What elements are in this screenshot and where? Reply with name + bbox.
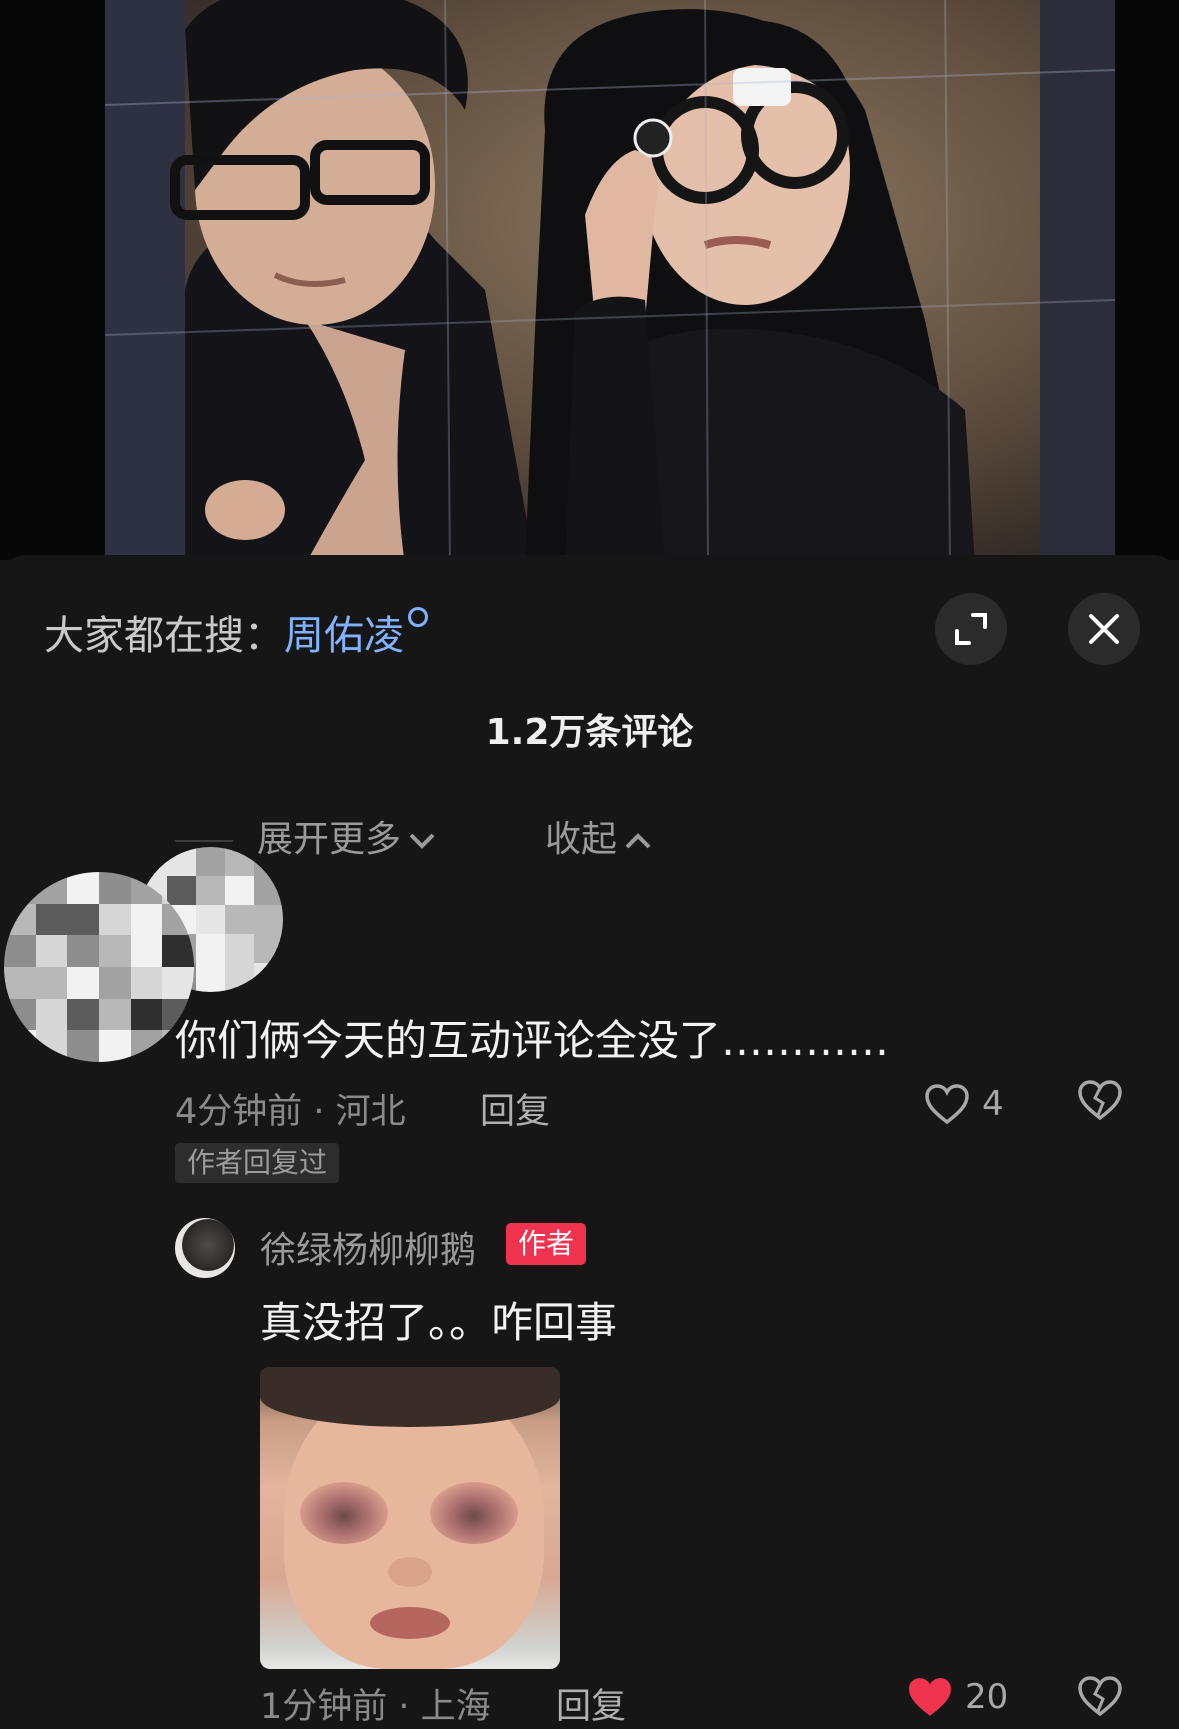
mouth [370, 1607, 450, 1639]
mosaic-cell [254, 876, 283, 905]
video-scene [105, 0, 1115, 560]
close-icon [1089, 614, 1119, 644]
hair [260, 1367, 560, 1427]
broken-heart-icon [1078, 1676, 1122, 1717]
collapse-label: 收起 [545, 819, 618, 860]
mosaic-cell [225, 876, 254, 905]
heart-icon [925, 1084, 969, 1125]
mosaic-cell [138, 847, 167, 876]
heart-filled-icon [909, 1678, 951, 1716]
mosaic-cell [35, 966, 68, 999]
mosaic-cell [98, 1030, 131, 1062]
comment-time-location: 4分钟前 · 河北 [175, 1092, 406, 1132]
reply-text: 真没招了。。咋回事 [260, 1298, 618, 1347]
right-eye [430, 1482, 518, 1544]
mosaic-cell [35, 998, 68, 1031]
reply-avatar[interactable] [175, 1218, 235, 1278]
reply-button[interactable]: 回复 [480, 1083, 550, 1134]
mosaic-cell [225, 934, 254, 963]
mosaic-cell [4, 935, 36, 967]
mosaic-cell [98, 998, 131, 1031]
mosaic-cell [225, 905, 254, 934]
trending-search-keyword[interactable]: 周佑凌 [284, 613, 404, 659]
reply-reply-button[interactable]: 回复 [556, 1678, 626, 1729]
mosaic-cell [196, 876, 225, 905]
mosaic-cell [98, 966, 131, 999]
mosaic-cell [35, 935, 68, 967]
collapse-button[interactable]: 收起 [545, 810, 653, 862]
reply-time-location: 1分钟前 · 上海 [260, 1687, 491, 1727]
nose [388, 1557, 432, 1587]
mosaic-cell [130, 966, 163, 999]
reply-like-count: 20 [965, 1677, 1009, 1717]
comment-count-title: 1.2万条评论 [485, 712, 694, 753]
like-count: 4 [982, 1084, 1004, 1124]
avatar[interactable] [4, 872, 194, 1062]
mosaic-cell [162, 935, 194, 967]
mosaic-cell [196, 934, 225, 963]
divider [175, 840, 233, 842]
reply-username[interactable]: 徐绿杨柳柳鹅 [260, 1221, 476, 1273]
mosaic-cell [130, 903, 163, 936]
like-button[interactable]: 4 [924, 1079, 1004, 1129]
mosaic-cell [35, 872, 68, 904]
mosaic-cell [35, 1030, 68, 1062]
mosaic-cell [254, 934, 283, 963]
author-badge: 作者 [506, 1223, 587, 1265]
mosaic-cell [67, 1030, 99, 1062]
mosaic-cell [162, 966, 194, 999]
mosaic-cell [254, 963, 283, 992]
mosaic-cell [67, 903, 99, 936]
mosaic-cell [67, 998, 99, 1031]
mosaic-cell [35, 903, 68, 936]
mosaic-cell [167, 876, 196, 905]
mosaic-cell [130, 1030, 163, 1062]
expand-more-label: 展开更多 [257, 819, 402, 860]
trending-search-prefix: 大家都在搜： [44, 613, 284, 659]
mosaic-cell [67, 966, 99, 999]
chevron-up-icon [625, 833, 651, 849]
mosaic-cell [98, 872, 131, 904]
mosaic-cell [4, 998, 36, 1031]
mosaic-cell [130, 998, 163, 1031]
search-icon [408, 607, 428, 627]
expand-icon [955, 613, 987, 645]
close-button[interactable] [1068, 593, 1140, 665]
comment-sheet: 大家都在搜：周佑凌 1.2万条评论 展开更多 收起 你们俩今天的互动评论全没了…… [0, 555, 1179, 1727]
mosaic-cell [4, 966, 36, 999]
reply-like-button[interactable]: 20 [905, 1675, 1008, 1719]
mosaic-cell [196, 905, 225, 934]
comment-text: 你们俩今天的互动评论全没了………… [175, 1016, 890, 1065]
reply-dislike-button[interactable] [1077, 1675, 1123, 1721]
trending-search[interactable]: 大家都在搜：周佑凌 [44, 603, 428, 661]
mosaic-cell [4, 872, 36, 904]
mosaic-cell [196, 963, 225, 992]
broken-heart-icon [1078, 1080, 1122, 1121]
mosaic-cell [98, 903, 131, 936]
expand-button[interactable] [935, 593, 1007, 665]
dislike-button[interactable] [1077, 1079, 1123, 1125]
mosaic-cell [67, 872, 99, 904]
mosaic-cell [196, 847, 225, 876]
mosaic-cell [130, 935, 163, 967]
video-player[interactable] [0, 0, 1179, 560]
mosaic-cell [254, 905, 283, 934]
reply-sticker-image[interactable] [260, 1367, 560, 1669]
mosaic-cell [4, 903, 36, 936]
left-eye [300, 1482, 388, 1544]
mosaic-cell [67, 935, 99, 967]
chevron-down-icon [409, 833, 435, 849]
mosaic-cell [225, 963, 254, 992]
mosaic-cell [98, 935, 131, 967]
mosaic-cell [4, 1030, 36, 1062]
author-replied-badge: 作者回复过 [175, 1143, 340, 1183]
video-frame [105, 0, 1115, 560]
